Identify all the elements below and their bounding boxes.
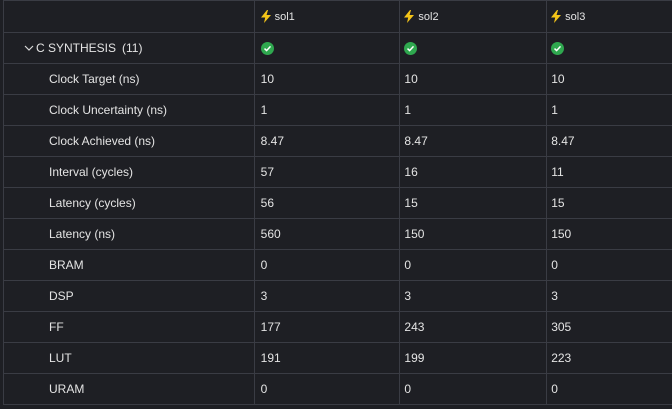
column-header-label: sol2 [418,10,439,23]
lightning-icon [260,10,271,23]
column-header-sol2[interactable]: sol2 [400,1,548,32]
cell-value: 8.47 [255,126,401,156]
cell-value: 243 [400,312,548,342]
section-label-cell[interactable]: C SYNTHESIS (11) [4,33,255,63]
cell-value: 0 [255,250,401,280]
cell-value: 15 [551,196,565,210]
cell-value: 0 [400,250,548,280]
cell-value: 199 [400,343,548,373]
row-label: Clock Uncertainty (ns) [4,95,255,125]
cell-value: 15 [400,188,548,218]
column-header-sol1[interactable]: sol1 [255,1,401,32]
cell-value: 57 [255,157,401,187]
table-row: Clock Target (ns) 10 10 10 [4,64,672,95]
row-label: Latency (ns) [4,219,255,249]
column-header-label: sol1 [274,10,295,23]
cell-value: 11 [551,165,564,179]
cell-value: 150 [551,227,572,241]
check-circle-icon [404,41,418,55]
cell-value: 305 [551,320,572,334]
lightning-icon [551,10,562,23]
cell-value: 560 [255,219,401,249]
cell-value: 8.47 [400,126,548,156]
check-circle-icon [551,41,565,55]
row-label: DSP [4,281,255,311]
table-row: Latency (ns) 560 150 150 [4,219,672,250]
cell-value: 8.47 [551,134,575,148]
chevron-down-icon[interactable] [24,43,34,53]
cell-value: 1 [255,95,401,125]
section-count: (11) [122,41,143,55]
status-cell-sol3 [547,33,672,63]
table-row: Interval (cycles) 57 16 11 [4,157,672,188]
cell-value: 56 [255,188,401,218]
cell-value: 10 [255,64,401,94]
cell-value: 150 [400,219,548,249]
cell-value: 223 [551,351,572,365]
status-cell-sol2 [400,33,548,63]
status-cell-sol1 [255,33,401,63]
row-label: LUT [4,343,255,373]
table-row: BRAM 0 0 0 [4,250,672,281]
row-label: Interval (cycles) [4,157,255,187]
column-header-label: sol3 [565,10,586,23]
cell-value: 191 [255,343,401,373]
row-label: BRAM [4,250,255,280]
table-row: Clock Uncertainty (ns) 1 1 1 [4,95,672,126]
cell-value: 3 [255,281,401,311]
row-label: URAM [4,374,255,404]
table-row: LUT 191 199 223 [4,343,672,374]
cell-value: 10 [400,64,548,94]
table-row: DSP 3 3 3 [4,281,672,312]
cell-value: 177 [255,312,401,342]
table-row: Latency (cycles) 56 15 15 [4,188,672,219]
column-header-sol3[interactable]: sol3 [547,1,672,32]
cell-value: 1 [400,95,548,125]
cell-value: 0 [400,374,548,404]
cell-value: 0 [551,258,558,272]
cell-value: 3 [400,281,548,311]
cell-value: 0 [255,374,401,404]
cell-value: 16 [400,157,548,187]
row-label: Clock Achieved (ns) [4,126,255,156]
table-row: FF 177 243 305 [4,312,672,343]
header-empty-cell [4,1,255,32]
check-circle-icon [260,41,274,55]
synthesis-comparison-table: sol1 sol2 sol3 C SYNTHESIS (11) Clock Ta… [3,0,672,405]
row-label: Latency (cycles) [4,188,255,218]
table-header-row: sol1 sol2 sol3 [4,1,672,33]
cell-value: 3 [551,289,558,303]
table-row: Clock Achieved (ns) 8.47 8.47 8.47 [4,126,672,157]
cell-value: 1 [551,103,558,117]
lightning-icon [404,10,415,23]
cell-value: 10 [551,72,565,86]
row-label: Clock Target (ns) [4,64,255,94]
cell-value: 0 [551,382,558,396]
table-row: URAM 0 0 0 [4,374,672,405]
row-label: FF [4,312,255,342]
section-row-c-synthesis[interactable]: C SYNTHESIS (11) [4,33,672,64]
section-title: C SYNTHESIS [36,41,117,55]
